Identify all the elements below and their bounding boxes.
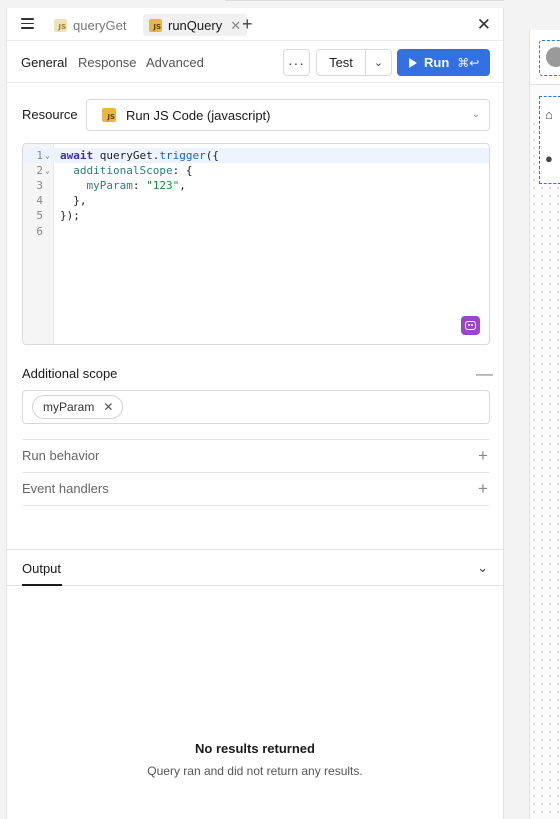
js-icon: JS	[149, 18, 162, 32]
code-editor[interactable]: 1 ⌄ await queryGet.trigger({ 2 ⌄ additio…	[22, 143, 490, 345]
line-number: 5	[36, 209, 43, 222]
empty-state-title: No results returned	[195, 741, 315, 756]
code-token: : {	[172, 164, 193, 177]
chip-label: myParam	[43, 400, 95, 414]
test-button[interactable]: Test ⌄	[316, 49, 392, 76]
app-canvas: ⌂ ●	[506, 8, 560, 819]
tab-label: queryGet	[73, 17, 127, 33]
additional-scope-label: Additional scope	[22, 366, 118, 381]
additional-scope-input[interactable]: myParam ✕	[22, 390, 490, 424]
run-behavior-header[interactable]: Run behavior +	[22, 439, 490, 472]
window-top-border	[225, 0, 504, 1]
code-token: myParam	[60, 179, 133, 192]
tab-advanced[interactable]: Advanced	[146, 55, 204, 70]
plus-icon[interactable]: +	[476, 447, 490, 464]
output-header: Output ⌄	[7, 549, 503, 586]
js-icon: JS	[102, 108, 116, 122]
empty-state-subtitle: Query ran and did not return any results…	[147, 764, 363, 778]
active-tab-underline	[22, 584, 62, 586]
selected-component[interactable]	[539, 40, 560, 76]
play-icon	[409, 57, 417, 68]
minus-icon[interactable]: —	[476, 365, 493, 382]
tab-output[interactable]: Output	[22, 561, 61, 576]
run-behavior-label: Run behavior	[22, 448, 100, 463]
tab-response[interactable]: Response	[78, 55, 137, 70]
query-subheader: General Response Advanced ··· Test ⌄ Run…	[7, 41, 503, 83]
code-line[interactable]: 3 myParam: "123",	[23, 178, 489, 193]
tab-runquery[interactable]: JS runQuery ✕	[143, 14, 248, 36]
line-number: 4	[36, 194, 43, 207]
ellipsis-icon: ···	[288, 54, 305, 71]
code-token: ({	[205, 149, 219, 162]
code-line[interactable]: 5 });	[23, 208, 489, 223]
selected-sidebar-component[interactable]: ⌂ ●	[539, 96, 560, 184]
user-icon: ●	[545, 151, 553, 166]
chevron-down-icon[interactable]: ⌄	[477, 560, 488, 576]
code-line[interactable]: 6	[23, 224, 489, 239]
event-handlers-label: Event handlers	[22, 481, 109, 496]
home-icon: ⌂	[545, 107, 553, 122]
run-label: Run	[424, 55, 450, 70]
test-label: Test	[329, 55, 353, 70]
add-tab-icon[interactable]: +	[242, 15, 253, 33]
run-shortcut: ⌘↩	[457, 55, 480, 70]
query-editor-panel: JS queryGet JS runQuery ✕ + ✕ General Re…	[6, 8, 504, 819]
chevron-down-icon[interactable]: ⌄	[365, 50, 391, 75]
run-button[interactable]: Run ⌘↩	[397, 49, 490, 76]
fold-icon[interactable]: ⌄	[45, 148, 50, 163]
tab-label: runQuery	[168, 17, 223, 33]
code-token: trigger	[159, 149, 206, 162]
remove-chip-icon[interactable]: ✕	[103, 400, 113, 414]
divider	[22, 505, 490, 506]
code-token: queryGet.	[93, 149, 160, 162]
code-token: });	[60, 209, 80, 222]
close-icon[interactable]: ✕	[477, 16, 491, 33]
line-number: 1	[36, 149, 43, 162]
tab-general[interactable]: General	[21, 55, 67, 70]
line-number: 6	[36, 225, 43, 238]
canvas-frame: ⌂ ●	[529, 30, 560, 819]
code-token: },	[60, 194, 87, 207]
code-token: "123"	[146, 179, 180, 192]
resource-select[interactable]: JS Run JS Code (javascript) ⌄	[86, 99, 490, 131]
code-token: :	[132, 179, 147, 192]
close-tab-icon[interactable]: ✕	[230, 19, 241, 32]
canvas-grid	[530, 120, 560, 819]
event-handlers-header[interactable]: Event handlers +	[22, 472, 490, 505]
code-line[interactable]: 1 ⌄ await queryGet.trigger({	[23, 148, 489, 163]
code-token: additionalScope	[60, 164, 173, 177]
code-line[interactable]: 4 },	[23, 193, 489, 208]
line-number: 3	[36, 179, 43, 192]
fold-icon[interactable]: ⌄	[45, 163, 50, 178]
chevron-down-icon: ⌄	[471, 109, 480, 120]
query-tab-bar: JS queryGet JS runQuery ✕ + ✕	[7, 8, 503, 41]
code-line[interactable]: 2 ⌄ additionalScope: {	[23, 163, 489, 178]
scope-chip: myParam ✕	[32, 395, 124, 419]
js-icon: JS	[54, 18, 67, 32]
canvas-header	[530, 30, 560, 85]
ai-assist-icon[interactable]	[461, 316, 480, 335]
line-number: 2	[36, 164, 43, 177]
plus-icon[interactable]: +	[476, 480, 490, 497]
resource-value: Run JS Code (javascript)	[126, 107, 271, 123]
more-options-button[interactable]: ···	[283, 49, 310, 76]
resource-label: Resource	[22, 107, 78, 122]
avatar-icon	[546, 47, 560, 67]
additional-scope-header[interactable]: Additional scope —	[22, 357, 493, 390]
code-token: await	[60, 149, 94, 162]
code-token: ,	[179, 179, 186, 192]
tab-queryget[interactable]: JS queryGet	[48, 14, 132, 36]
menu-icon[interactable]	[21, 18, 34, 29]
